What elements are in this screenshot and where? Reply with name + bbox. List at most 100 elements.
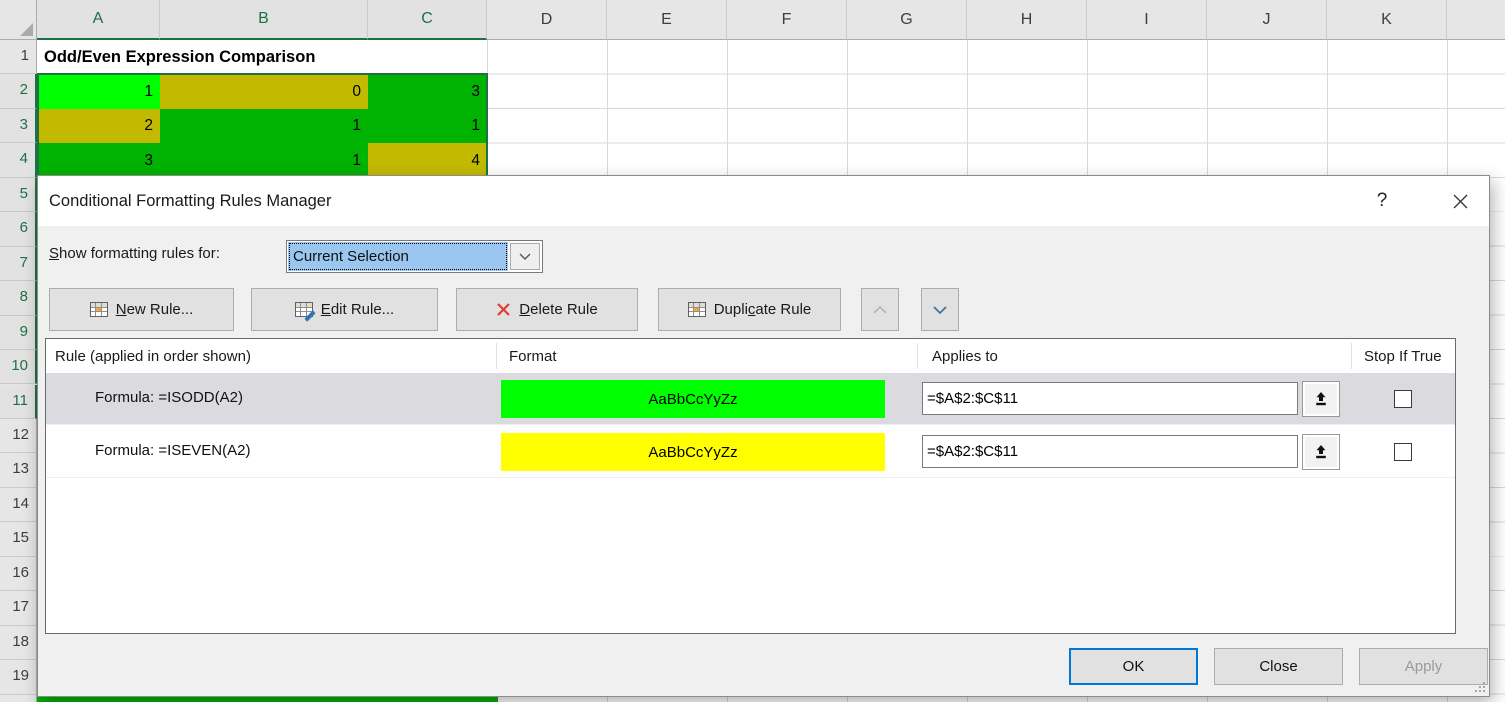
move-rule-down-button[interactable] <box>921 288 959 331</box>
close-button[interactable]: Close <box>1214 648 1343 685</box>
cell-A2[interactable]: 1 <box>37 74 160 108</box>
stop-if-true-checkbox[interactable] <box>1394 390 1412 408</box>
row-header-10[interactable]: 10 <box>0 350 37 384</box>
cell-C4[interactable]: 4 <box>368 143 487 177</box>
row-header-6[interactable]: 6 <box>0 212 37 246</box>
duplicate-rule-label: Duplicate Rule <box>714 301 812 318</box>
resize-grip[interactable] <box>1472 679 1487 694</box>
help-icon: ? <box>1377 190 1388 212</box>
dialog-close-button[interactable] <box>1446 187 1474 215</box>
ok-button[interactable]: OK <box>1069 648 1198 685</box>
help-button[interactable]: ? <box>1368 187 1396 215</box>
row-header-1[interactable]: 1 <box>0 40 37 74</box>
new-rule-table-icon <box>90 302 108 317</box>
edit-rule-table-pencil-icon <box>295 302 313 317</box>
cell-B4[interactable]: 1 <box>160 143 368 177</box>
dropdown-button[interactable] <box>510 243 540 270</box>
row-header-5[interactable]: 5 <box>0 178 37 212</box>
column-header-F[interactable]: F <box>727 0 847 40</box>
format-preview-swatch: AaBbCcYyZz <box>501 433 885 471</box>
chevron-down-icon <box>519 253 531 260</box>
stop-if-true-checkbox[interactable] <box>1394 443 1412 461</box>
row-header-2[interactable]: 2 <box>0 74 37 108</box>
column-header-E[interactable]: E <box>607 0 727 40</box>
select-all-button[interactable] <box>0 0 37 40</box>
column-header-H[interactable]: H <box>967 0 1087 40</box>
rule-row-iseven[interactable]: Formula: =ISEVEN(A2) AaBbCcYyZz <box>46 425 1455 478</box>
column-header-applies-to: Applies to <box>932 339 998 373</box>
rule-description: Formula: =ISEVEN(A2) <box>95 442 250 459</box>
row-header-17[interactable]: 17 <box>0 591 37 625</box>
delete-rule-label: Delete Rule <box>519 301 597 318</box>
applies-to-input[interactable] <box>922 382 1298 415</box>
row-header-18[interactable]: 18 <box>0 626 37 660</box>
close-icon <box>1453 194 1468 209</box>
rule-row-isodd[interactable]: Formula: =ISODD(A2) AaBbCcYyZz <box>46 373 1455 425</box>
range-picker-button[interactable] <box>1302 434 1340 470</box>
row-header-3[interactable]: 3 <box>0 109 37 143</box>
cell-B3[interactable]: 1 <box>160 109 368 143</box>
column-header-I[interactable]: I <box>1087 0 1207 40</box>
row-header-7[interactable]: 7 <box>0 247 37 281</box>
range-picker-button[interactable] <box>1302 381 1340 417</box>
column-header-G[interactable]: G <box>847 0 967 40</box>
duplicate-rule-table-icon <box>688 302 706 317</box>
show-formatting-rules-label: Show formatting rules for: <box>49 245 220 262</box>
column-header-C[interactable]: C <box>368 0 487 40</box>
apply-button-disabled[interactable]: Apply <box>1359 648 1488 685</box>
cell-C2[interactable]: 3 <box>368 74 487 108</box>
chevron-down-icon <box>933 306 947 314</box>
column-header-K[interactable]: K <box>1327 0 1447 40</box>
row-header-14[interactable]: 14 <box>0 488 37 522</box>
applies-to-input[interactable] <box>922 435 1298 468</box>
rules-list: Rule (applied in order shown) Format App… <box>45 338 1456 634</box>
excel-window: Odd/Even Expression Comparison ABCDEFGHI… <box>0 0 1505 702</box>
column-header-rule: Rule (applied in order shown) <box>55 339 251 373</box>
conditional-formatting-rules-manager-dialog: Conditional Formatting Rules Manager ? S… <box>37 175 1490 697</box>
delete-rule-button[interactable]: Delete Rule <box>456 288 638 331</box>
column-header-A[interactable]: A <box>37 0 160 40</box>
row-header-19[interactable]: 19 <box>0 660 37 694</box>
collapse-dialog-arrow-icon <box>1313 444 1329 460</box>
row-header-15[interactable]: 15 <box>0 522 37 556</box>
row-header-8[interactable]: 8 <box>0 281 37 315</box>
dialog-title: Conditional Formatting Rules Manager <box>49 176 331 226</box>
row-header-4[interactable]: 4 <box>0 143 37 177</box>
row-header-16[interactable]: 16 <box>0 557 37 591</box>
cell-C3[interactable]: 1 <box>368 109 487 143</box>
new-rule-button[interactable]: New Rule... <box>49 288 234 331</box>
header-separator <box>496 343 497 369</box>
rules-scope-dropdown[interactable]: Current Selection <box>286 240 543 273</box>
cell-B2[interactable]: 0 <box>160 74 368 108</box>
collapse-dialog-arrow-icon <box>1313 391 1329 407</box>
row-header-20[interactable]: 20 <box>0 695 37 702</box>
select-all-triangle-icon <box>20 23 33 36</box>
column-header-D[interactable]: D <box>487 0 607 40</box>
rule-description: Formula: =ISODD(A2) <box>95 389 243 406</box>
format-preview-swatch: AaBbCcYyZz <box>501 380 885 418</box>
row-header-11[interactable]: 11 <box>0 385 37 419</box>
edit-rule-label: Edit Rule... <box>321 301 394 318</box>
duplicate-rule-button[interactable]: Duplicate Rule <box>658 288 841 331</box>
label-rest: how formatting rules for: <box>59 245 220 262</box>
cell-A1-title[interactable]: Odd/Even Expression Comparison <box>37 40 487 74</box>
label-accesskey: S <box>49 245 59 262</box>
cell-A3[interactable]: 2 <box>37 109 160 143</box>
column-header-J[interactable]: J <box>1207 0 1327 40</box>
header-separator <box>917 343 918 369</box>
row-header-13[interactable]: 13 <box>0 453 37 487</box>
move-rule-up-button[interactable] <box>861 288 899 331</box>
delete-x-icon <box>496 302 511 317</box>
chevron-up-icon <box>873 306 887 314</box>
dropdown-selected-value: Current Selection <box>288 242 508 271</box>
column-header-B[interactable]: B <box>160 0 368 40</box>
dialog-titlebar: Conditional Formatting Rules Manager ? <box>38 176 1489 226</box>
cell-A4[interactable]: 3 <box>37 143 160 177</box>
row-header-12[interactable]: 12 <box>0 419 37 453</box>
header-separator <box>1351 343 1352 369</box>
column-header-stop-if-true: Stop If True <box>1364 339 1442 373</box>
row-header-9[interactable]: 9 <box>0 316 37 350</box>
edit-rule-button[interactable]: Edit Rule... <box>251 288 438 331</box>
column-header-format: Format <box>509 339 557 373</box>
new-rule-label: New Rule... <box>116 301 194 318</box>
